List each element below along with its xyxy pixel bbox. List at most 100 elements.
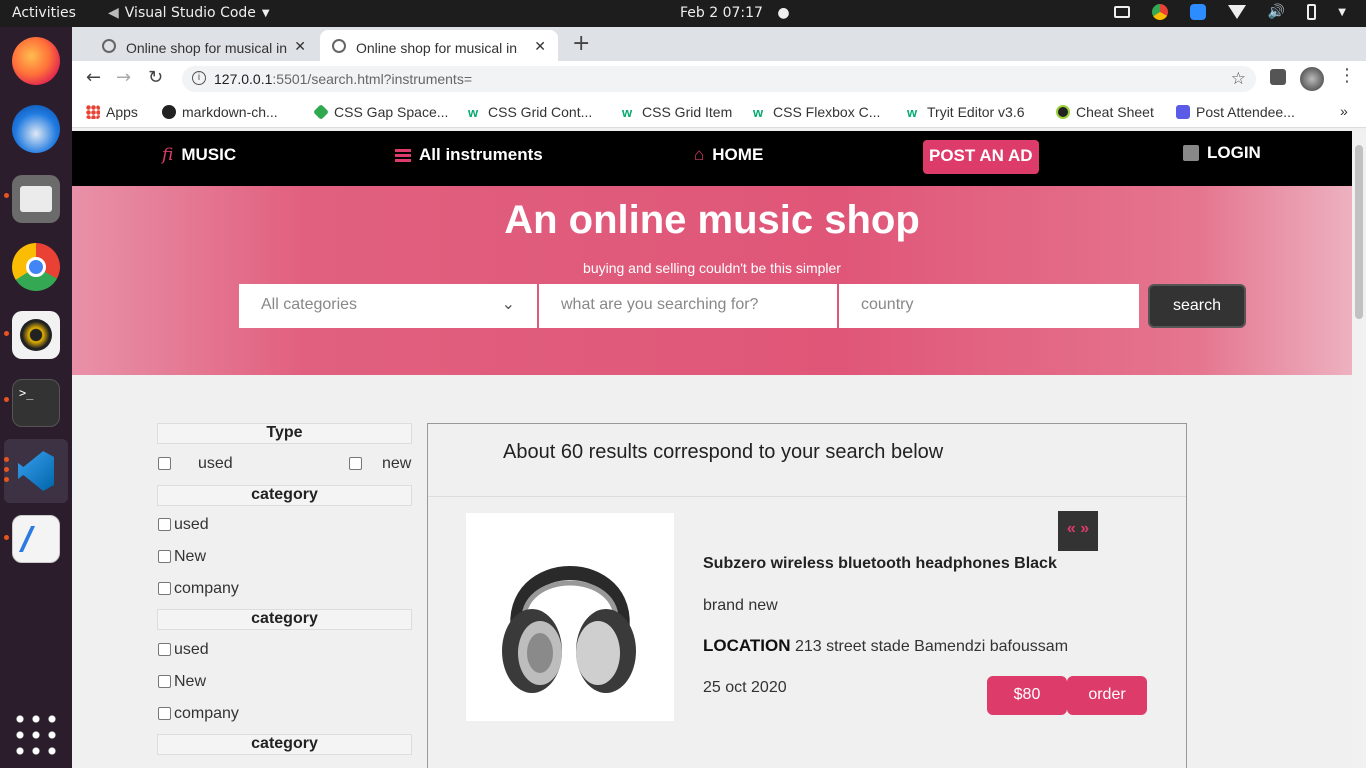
filter-type-heading: Type (157, 423, 412, 444)
all-instruments-link[interactable]: All instruments (395, 145, 543, 165)
product-date: 25 oct 2020 (703, 679, 787, 696)
screen-icon[interactable] (1113, 6, 1130, 18)
wifi-icon[interactable] (1227, 5, 1246, 19)
w3schools-icon: w (622, 105, 633, 120)
zoom-icon[interactable] (1189, 4, 1206, 20)
search-button[interactable]: search (1148, 284, 1246, 328)
product-location: LOCATION 213 street stade Bamendzi bafou… (703, 636, 1068, 656)
results-panel: About 60 results correspond to your sear… (427, 423, 1187, 768)
power-menu-icon[interactable]: ▼ (1338, 7, 1346, 18)
activities-button[interactable]: Activities (12, 5, 76, 21)
menu-icon[interactable]: ⋮ (1338, 65, 1356, 86)
search-placeholder: what are you searching for? (561, 296, 759, 313)
star-icon[interactable]: ☆ (1231, 69, 1246, 89)
app-menu[interactable]: ◀ Visual Studio Code ▼ (108, 5, 270, 21)
page-scrollbar[interactable] (1352, 131, 1366, 768)
bookmark-grid-container[interactable]: w CSS Grid Cont... (468, 104, 592, 120)
chevron-down-icon: ▼ (261, 7, 270, 19)
apps-grid-icon (86, 105, 100, 119)
terminal-icon[interactable]: >_ (12, 379, 60, 427)
hero-title: An online music shop (504, 198, 920, 242)
bookmark-label: markdown-ch... (182, 104, 278, 120)
list-icon (395, 148, 411, 162)
new-tab-button[interactable]: + (572, 31, 590, 56)
bookmark-label: Post Attendee... (1196, 104, 1295, 120)
volume-icon[interactable]: 🔊 (1268, 4, 1285, 20)
order-button[interactable]: order (1067, 676, 1147, 715)
pager-button[interactable]: « » (1058, 511, 1098, 551)
location-label: LOCATION (703, 636, 791, 655)
filter-category-heading: category (157, 609, 412, 630)
running-indicator (4, 467, 9, 472)
product-name[interactable]: Subzero wireless bluetooth headphones Bl… (703, 555, 1057, 573)
product-image[interactable] (466, 513, 674, 721)
running-indicator (4, 457, 9, 462)
option-label: company (174, 705, 239, 722)
bookmark-apps[interactable]: Apps (86, 104, 138, 120)
bookmark-css-gap[interactable]: CSS Gap Space... (313, 104, 448, 120)
company-checkbox[interactable] (158, 707, 171, 720)
more-bookmarks-icon[interactable]: » (1340, 103, 1348, 119)
extensions-icon[interactable] (1270, 69, 1286, 85)
bookmark-markdown[interactable]: markdown-ch... (162, 104, 278, 120)
used-checkbox[interactable] (158, 643, 171, 656)
tab-2[interactable]: Online shop for musical in ✕ (320, 30, 558, 61)
rhythmbox-icon[interactable] (12, 311, 60, 359)
bookmark-grid-item[interactable]: w CSS Grid Item (622, 104, 732, 120)
web-page: fi MUSIC All instruments ⌂ HOME POST AN … (72, 131, 1352, 768)
category-select[interactable]: All categories ⌄ (239, 284, 537, 328)
search-input[interactable]: what are you searching for? (539, 284, 837, 328)
nav-label: HOME (712, 145, 764, 164)
url-input[interactable]: i 127.0.0.1:5501/search.html?instruments… (182, 66, 1256, 92)
bookmark-label: Tryit Editor v3.6 (927, 104, 1025, 120)
bookmark-flexbox[interactable]: w CSS Flexbox C... (753, 104, 880, 120)
filter-category-heading: category (157, 734, 412, 755)
new-checkbox[interactable] (158, 675, 171, 688)
option-label: New (174, 673, 207, 690)
app-grid-icon[interactable] (12, 711, 60, 759)
country-input[interactable]: country (839, 284, 1139, 328)
bookmarks-bar: Apps markdown-ch... CSS Gap Space... w CS… (72, 97, 1366, 128)
firefox-icon[interactable] (12, 37, 60, 85)
forward-icon[interactable]: → (116, 67, 131, 88)
info-icon[interactable]: i (192, 71, 206, 85)
price-button[interactable]: $80 (987, 676, 1067, 715)
w3schools-icon: w (753, 105, 764, 120)
avatar[interactable] (1300, 67, 1324, 91)
nav-label: LOGIN (1207, 143, 1261, 162)
bookmark-tryit[interactable]: w Tryit Editor v3.6 (907, 104, 1025, 120)
close-icon[interactable]: ✕ (530, 38, 546, 55)
back-icon[interactable]: ← (86, 67, 101, 88)
cheat-sheet-icon (1056, 105, 1070, 119)
bookmark-post-attendee[interactable]: Post Attendee... (1176, 104, 1295, 120)
user-icon (1183, 145, 1199, 161)
company-checkbox[interactable] (158, 582, 171, 595)
bookmark-cheat-sheet[interactable]: Cheat Sheet (1056, 104, 1154, 120)
system-tray[interactable]: 🔊 ▼ (1113, 4, 1346, 20)
bookmark-label: CSS Grid Cont... (488, 104, 593, 120)
home-link[interactable]: ⌂ HOME (694, 145, 763, 165)
new-checkbox[interactable] (349, 457, 362, 470)
used-checkbox[interactable] (158, 457, 171, 470)
battery-icon[interactable] (1307, 4, 1317, 20)
brand-link[interactable]: fi MUSIC (162, 145, 236, 165)
running-indicator (4, 193, 9, 198)
files-icon[interactable] (12, 175, 60, 223)
thunderbird-icon[interactable] (12, 105, 60, 153)
new-checkbox[interactable] (158, 550, 171, 563)
chrome-tray-icon[interactable] (1151, 4, 1168, 20)
country-placeholder: country (861, 296, 914, 313)
globe-icon (332, 39, 346, 53)
chrome-icon[interactable] (12, 243, 60, 291)
vscode-dock-icon[interactable] (4, 439, 68, 503)
reload-icon[interactable]: ↻ (148, 67, 163, 88)
tab-1[interactable]: Online shop for musical in ✕ (82, 30, 318, 61)
login-link[interactable]: LOGIN (1183, 143, 1261, 163)
category-value: All categories (261, 296, 358, 313)
post-ad-button[interactable]: POST AN AD (923, 140, 1039, 174)
clock[interactable]: Feb 2 07:17 ● (680, 5, 790, 21)
used-checkbox[interactable] (158, 518, 171, 531)
close-icon[interactable]: ✕ (290, 38, 306, 55)
clock-text: Feb 2 07:17 (680, 5, 763, 21)
text-editor-icon[interactable] (12, 515, 60, 563)
